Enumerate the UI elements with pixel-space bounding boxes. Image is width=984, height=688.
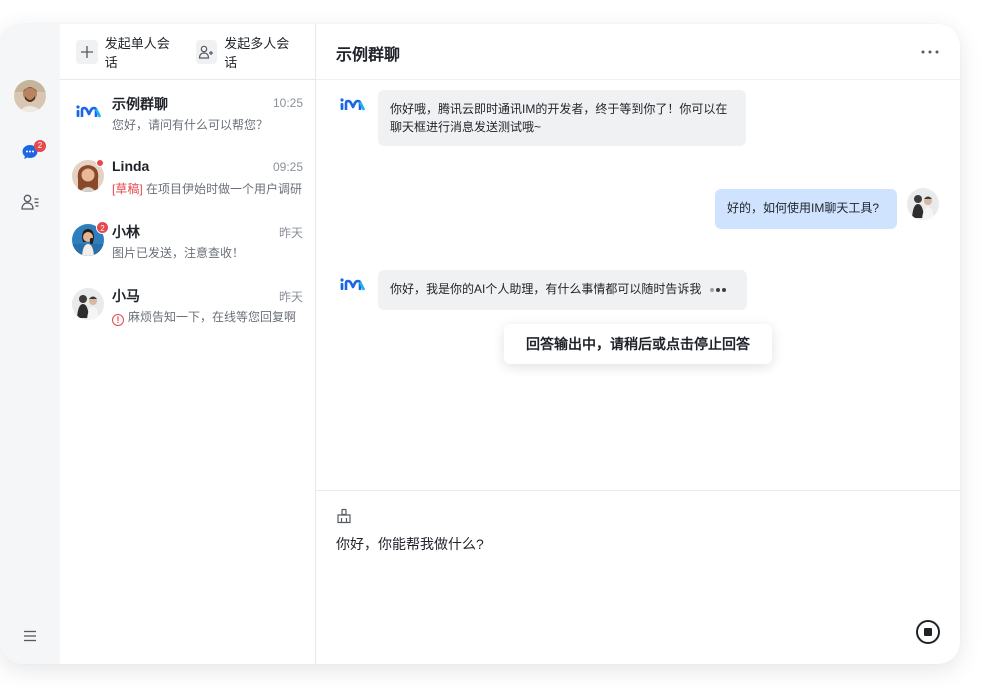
conversation-time: 09:25 [272,160,303,174]
chat-header: 示例群聊 [316,24,960,80]
typing-indicator [709,280,727,298]
warning-icon: ! [112,314,124,326]
new-group-chat-button[interactable]: 发起多人会话 [195,33,296,71]
conversation-item[interactable]: 示例群聊 10:25 您好，请问有什么可以帮您？ [60,80,316,144]
chat-title: 示例群聊 [336,47,401,64]
unread-dot [96,159,104,167]
conversation-time: 昨天 [278,290,303,304]
conversation-name: 小马 [112,288,140,304]
conversation-list-panel: 发起单人会话 发起多人会话 示例群聊 10:25 您好，请问有什么可以帮您？ L… [60,24,316,664]
conversation-preview: 图片已发送，注意查收！ [112,246,245,260]
menu-icon[interactable] [18,624,42,648]
contacts-icon[interactable] [18,190,42,214]
message-bubble-outgoing[interactable]: 好的，如何使用IM聊天工具? [715,189,897,229]
my-avatar [907,188,939,220]
conversation-name: 示例群聊 [112,96,168,112]
new-group-chat-label: 发起多人会话 [224,35,290,70]
new-single-chat-label: 发起单人会话 [104,35,170,70]
message-composer: 你好，你能帮我做什么? [316,490,960,664]
user-avatar[interactable] [14,80,46,112]
add-user-icon [195,39,218,64]
nav-rail: 2 [0,24,60,664]
more-icon[interactable] [920,42,940,62]
message-input[interactable]: 你好，你能帮我做什么? [336,534,484,554]
stop-answer-tooltip: 回答输出中，请稍后或点击停止回答 [504,324,772,364]
im-logo-icon [336,90,368,122]
message-text: 你好，我是你的AI个人助理，有什么事情都可以随时告诉我 [390,282,702,296]
unread-badge: 2 [96,221,109,234]
draft-text: 在项目伊始时做一个用户调研 [142,182,302,196]
im-logo-icon [336,270,368,302]
conversation-item[interactable]: 小马 昨天 ! 麻烦告知一下，在线等您回复啊 [60,272,316,336]
conversation-item[interactable]: Linda 09:25 [草稿] 在项目伊始时做一个用户调研 [60,144,316,208]
app-window: 2 发起单人会话 发起多人会话 示例群聊 10:25 您好，请问有什么可以帮您？… [0,24,960,664]
conversation-name: 小林 [112,224,140,240]
conversation-item[interactable]: 2 小林 昨天 图片已发送，注意查收！ [60,208,316,272]
conversation-preview: 您好，请问有什么可以帮您？ [112,118,269,132]
im-logo-icon [72,96,104,128]
conversation-time: 10:25 [272,96,303,110]
chat-unread-badge: 2 [34,140,46,152]
new-single-chat-button[interactable]: 发起单人会话 [76,33,176,71]
conversation-time: 昨天 [278,226,303,240]
conversation-preview: ! 麻烦告知一下，在线等您回复啊 [112,308,302,326]
clear-icon[interactable] [336,508,352,524]
message-bubble-incoming[interactable]: 你好哦，腾讯云即时通讯IM的开发者，终于等到你了！你可以在聊天框进行消息发送测试… [378,90,746,146]
list-toolbar: 发起单人会话 发起多人会话 [60,24,315,80]
message-bubble-incoming[interactable]: 你好，我是你的AI个人助理，有什么事情都可以随时告诉我 [378,270,747,310]
contact-avatar [72,288,104,320]
chat-panel: 示例群聊 你好哦，腾讯云即时通讯IM的开发者，终于等到你了！你可以在聊天框进行消… [316,24,960,664]
conversation-preview: [草稿] 在项目伊始时做一个用户调研 [112,180,302,197]
plus-icon [76,39,98,64]
conversation-name: Linda [112,158,150,174]
draft-label: [草稿] [112,182,143,196]
preview-text: 麻烦告知一下，在线等您回复啊 [128,310,297,324]
stop-icon[interactable] [916,620,940,644]
